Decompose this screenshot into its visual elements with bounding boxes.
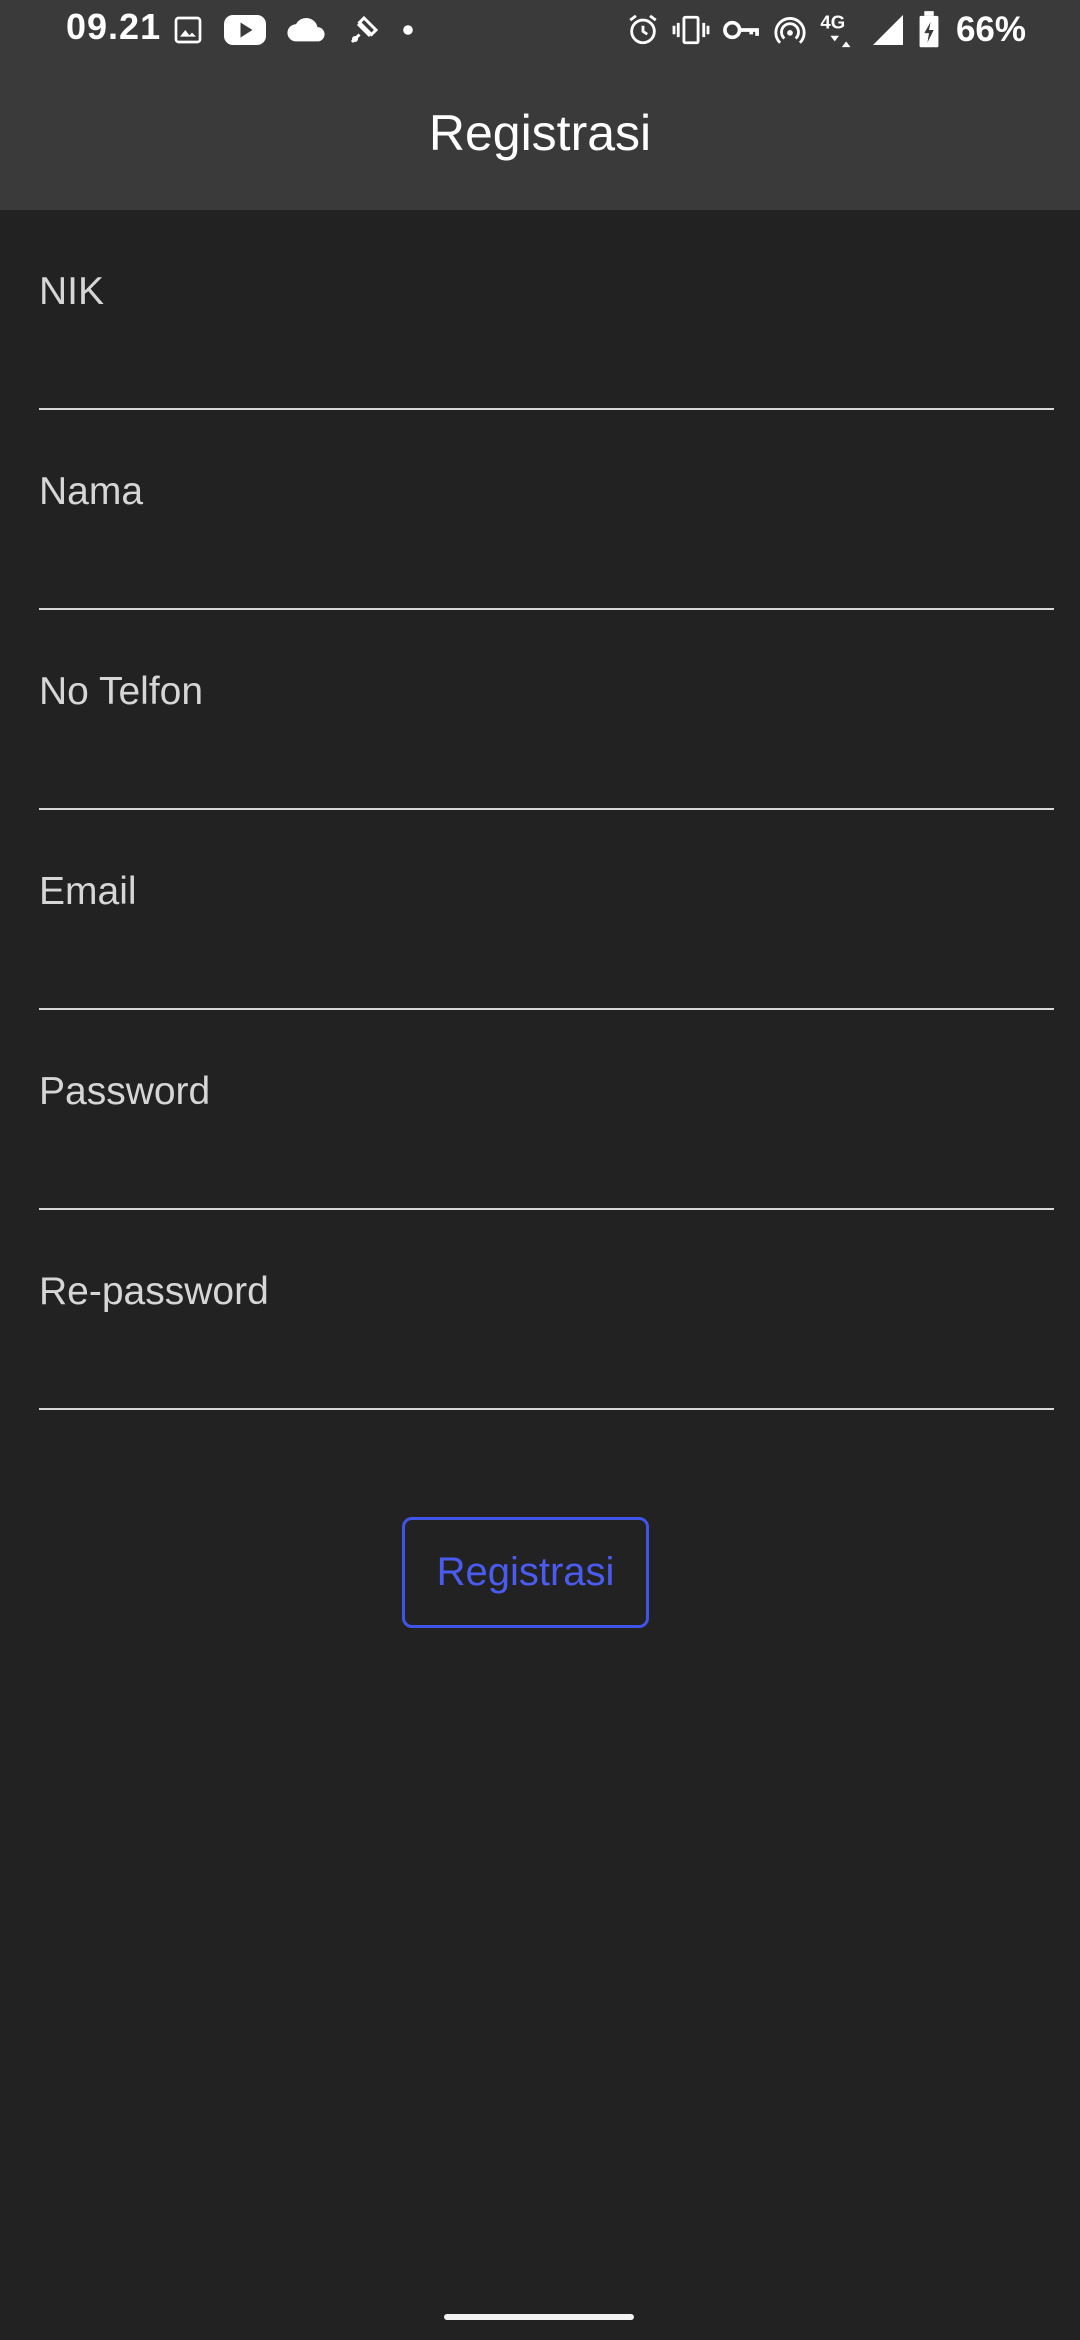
vpn-key-icon: [722, 15, 760, 45]
repassword-field: Re-password: [39, 1210, 1058, 1410]
page-title: Registrasi: [428, 105, 652, 161]
status-time: 09.21: [66, 6, 162, 47]
nik-field: NIK: [39, 210, 1058, 410]
email-input[interactable]: [39, 930, 1058, 1002]
signal-icon: [870, 12, 906, 48]
password-input[interactable]: [39, 1130, 1058, 1202]
satellite-icon: [346, 12, 382, 48]
vibrate-icon: [672, 13, 710, 47]
youtube-icon: [224, 14, 266, 46]
registration-screen: 09.21 4G 66% Registrasi NIK Nama No Telf…: [0, 0, 1080, 2340]
email-field: Email: [39, 810, 1058, 1010]
repassword-label: Re-password: [39, 1270, 269, 1313]
email-label: Email: [39, 870, 137, 913]
image-icon: [172, 14, 204, 46]
battery-icon: [918, 11, 940, 49]
alarm-icon: [626, 13, 660, 47]
phone-field: No Telfon: [39, 610, 1058, 810]
repassword-input[interactable]: [39, 1330, 1058, 1402]
hotspot-icon: [772, 13, 808, 47]
status-bar: 09.21 4G 66%: [0, 0, 1080, 60]
password-label: Password: [39, 1070, 211, 1113]
dot-icon: [402, 24, 414, 36]
nama-field: Nama: [39, 410, 1058, 610]
battery-percent: 66%: [955, 10, 1026, 49]
network-4g-icon: 4G: [820, 10, 858, 50]
registration-form: NIK Nama No Telfon Email Password Re-pas…: [39, 210, 1058, 1410]
password-field: Password: [39, 1010, 1058, 1210]
phone-label: No Telfon: [39, 670, 204, 713]
gesture-nav-handle[interactable]: [444, 2314, 634, 2320]
svg-text:4G: 4G: [820, 12, 845, 33]
app-bar: 09.21 4G 66% Registrasi: [0, 0, 1080, 210]
nama-label: Nama: [39, 470, 144, 513]
notification-icons: [172, 10, 414, 50]
nik-label: NIK: [39, 270, 105, 313]
phone-input[interactable]: [39, 730, 1058, 802]
nik-input[interactable]: [39, 330, 1058, 402]
nama-input[interactable]: [39, 530, 1058, 602]
cloud-icon: [286, 15, 326, 45]
system-status-icons: 4G 66%: [626, 6, 1026, 54]
register-button[interactable]: Registrasi: [402, 1517, 649, 1628]
